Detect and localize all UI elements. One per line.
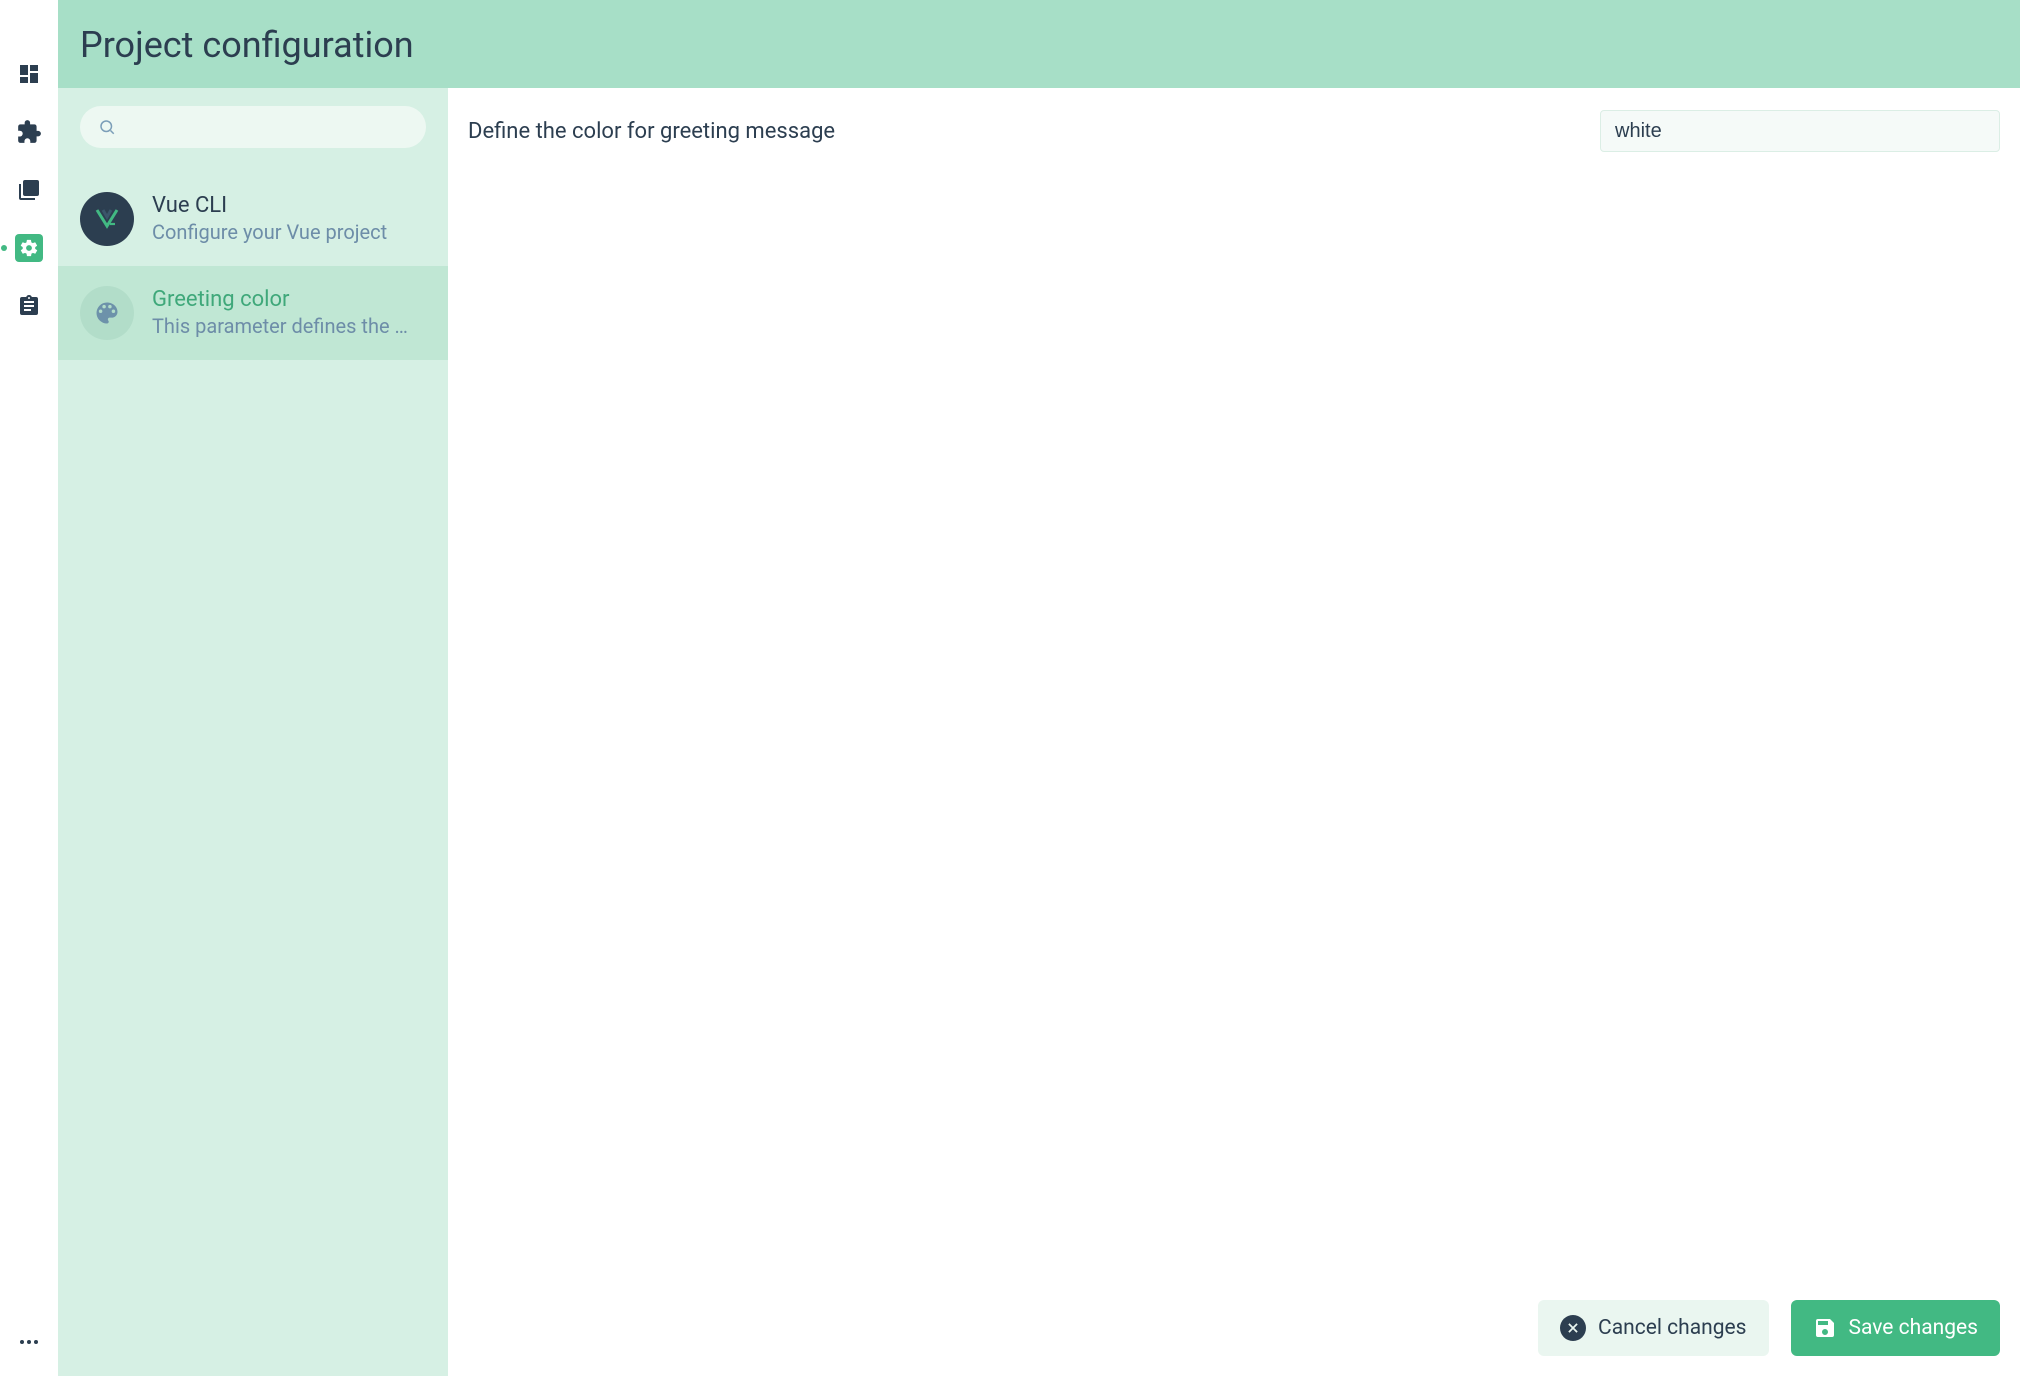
config-item-title: Greeting color [152, 287, 426, 313]
page-header: Project configuration [58, 0, 2020, 88]
save-button[interactable]: Save changes [1791, 1300, 2000, 1356]
nav-tasks[interactable] [15, 292, 43, 320]
save-icon [1813, 1316, 1837, 1340]
search-input-wrapper[interactable] [80, 106, 426, 148]
vue-icon [80, 192, 134, 246]
body: Vue CLI Configure your Vue project Greet… [58, 88, 2020, 1376]
nav-dependencies[interactable] [15, 176, 43, 204]
nav-plugins[interactable] [15, 118, 43, 146]
main-panel: Project configuration [58, 0, 2020, 1376]
form-area: Define the color for greeting message [448, 88, 2020, 1300]
config-item-greeting-color[interactable]: Greeting color This parameter defines th… [58, 266, 448, 360]
action-bar: Cancel changes Save changes [448, 1300, 2020, 1376]
config-item-desc: This parameter defines the … [152, 313, 426, 339]
nav-more[interactable] [15, 1328, 43, 1356]
save-button-label: Save changes [1849, 1316, 1978, 1340]
cancel-button-label: Cancel changes [1598, 1316, 1746, 1340]
settings-icon [19, 238, 39, 258]
config-item-desc: Configure your Vue project [152, 219, 426, 245]
config-sidebar: Vue CLI Configure your Vue project Greet… [58, 88, 448, 1376]
nav-configuration[interactable] [15, 234, 43, 262]
config-item-title: Vue CLI [152, 193, 426, 219]
nav-dashboard[interactable] [15, 60, 43, 88]
config-list: Vue CLI Configure your Vue project Greet… [58, 172, 448, 360]
assignment-icon [17, 294, 41, 318]
field-row: Define the color for greeting message [468, 110, 2000, 152]
palette-icon [80, 286, 134, 340]
search-input[interactable] [126, 118, 408, 136]
extension-icon [16, 119, 42, 145]
dashboard-icon [17, 62, 41, 86]
more-icon [17, 1330, 41, 1354]
nav-rail [0, 0, 58, 1376]
content-panel: Define the color for greeting message Ca… [448, 88, 2020, 1376]
color-input[interactable] [1600, 110, 2000, 152]
search-icon [98, 118, 116, 136]
cancel-button[interactable]: Cancel changes [1538, 1300, 1768, 1356]
field-label: Define the color for greeting message [468, 119, 1560, 144]
cancel-icon [1560, 1315, 1586, 1341]
page-title: Project configuration [80, 24, 1998, 66]
library-icon [17, 178, 41, 202]
config-item-vue-cli[interactable]: Vue CLI Configure your Vue project [58, 172, 448, 266]
